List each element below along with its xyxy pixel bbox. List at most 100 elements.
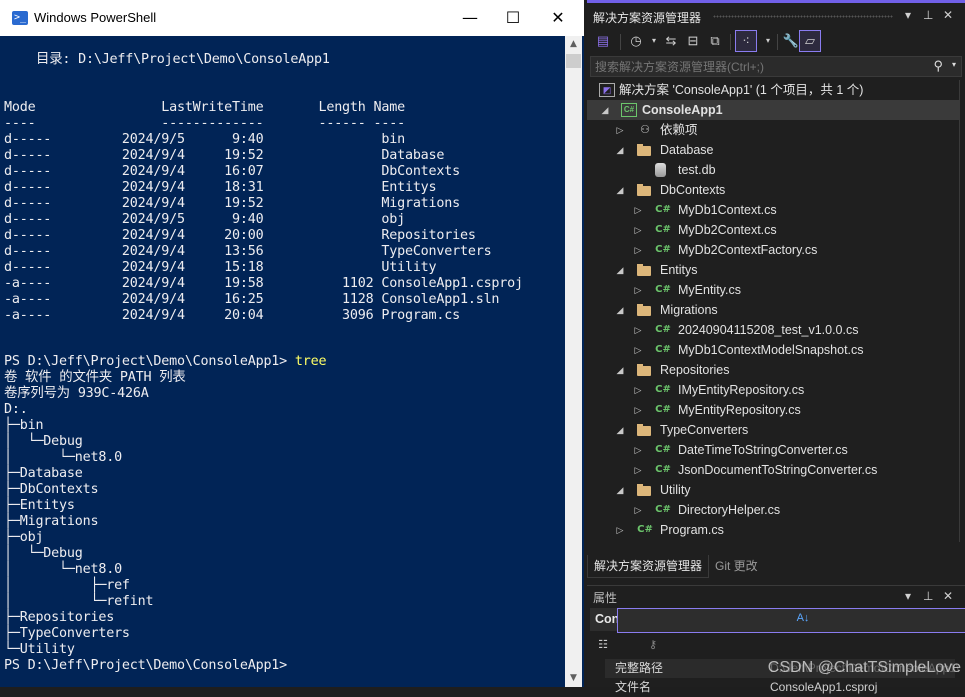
categorized-icon[interactable]: ☷ — [593, 635, 613, 655]
final-prompt[interactable]: PS D:\Jeff\Project\Demo\ConsoleApp1> — [4, 658, 287, 674]
tree-item[interactable]: ▷ C# JsonDocumentToStringConverter.cs — [587, 460, 959, 480]
tree-item[interactable]: ▷ C# DirectoryHelper.cs — [587, 500, 959, 520]
switch-views-icon[interactable]: ▤ — [592, 30, 614, 52]
property-row[interactable]: 文件名 ConsoleApp1.csproj — [605, 678, 955, 697]
csharp-file-icon: C# — [655, 384, 671, 395]
collapsed-arrow-icon[interactable]: ▷ — [633, 440, 643, 460]
tree-item[interactable]: ◢ TypeConverters — [587, 420, 959, 440]
close-panel-icon[interactable]: ✕ — [943, 589, 953, 603]
search-icon[interactable]: ⚲ — [933, 58, 943, 74]
tree-item-label: DbContexts — [660, 183, 726, 197]
tree-line: ├─Entitys — [4, 498, 75, 513]
expanded-arrow-icon[interactable]: ◢ — [615, 420, 625, 440]
tree-item[interactable]: ◢ DbContexts — [587, 180, 959, 200]
scroll-up-arrow-icon[interactable]: ▲ — [565, 36, 582, 53]
solution-tree: ◩ 解决方案 'ConsoleApp1' (1 个项目，共 1 个) ◢ C# … — [587, 80, 960, 542]
scrollbar-thumb[interactable] — [566, 54, 581, 68]
toolbar-separator — [620, 34, 621, 50]
collapsed-arrow-icon[interactable]: ▷ — [633, 500, 643, 520]
project-node[interactable]: ◢ C# ConsoleApp1 — [587, 100, 959, 120]
minimize-button[interactable]: — — [447, 0, 493, 36]
collapsed-arrow-icon[interactable]: ▷ — [633, 280, 643, 300]
close-button[interactable]: ✕ — [535, 0, 581, 36]
property-key: 文件名 — [615, 680, 652, 694]
window-position-dropdown-icon[interactable]: ▾ — [905, 8, 911, 22]
collapsed-arrow-icon[interactable]: ▷ — [633, 200, 643, 220]
close-panel-icon[interactable]: ✕ — [943, 8, 953, 22]
tree-item[interactable]: ▷ C# MyEntityRepository.cs — [587, 400, 959, 420]
maximize-button[interactable]: ☐ — [490, 0, 536, 36]
tree-item-label: MyDb2ContextFactory.cs — [678, 243, 818, 257]
tree-line: │ └─net8.0 — [4, 562, 122, 577]
window-title: Windows PowerShell — [34, 10, 157, 25]
drag-grip[interactable] — [713, 15, 893, 18]
tree-item[interactable]: ▷ C# 20240904115208_test_v1.0.0.cs — [587, 320, 959, 340]
folder-icon — [637, 184, 651, 196]
csharp-file-icon: C# — [655, 464, 671, 475]
listing-row: d----- 2024/9/5 9:40 bin — [4, 132, 405, 147]
tree-item-label: Program.cs — [660, 523, 724, 537]
tree-item[interactable]: ▷ C# MyDb2Context.cs — [587, 220, 959, 240]
hierarchy-dropdown-icon[interactable]: ▾ — [757, 30, 779, 52]
tab-solution-explorer[interactable]: 解决方案资源管理器 — [587, 555, 710, 578]
tree-item[interactable]: ◢ Repositories — [587, 360, 959, 380]
window-position-dropdown-icon[interactable]: ▾ — [905, 589, 911, 603]
tree-item[interactable]: ◢ Entitys — [587, 260, 959, 280]
collapsed-arrow-icon[interactable]: ▷ — [615, 520, 625, 540]
tree-item[interactable]: ◢ Utility — [587, 480, 959, 500]
tree-item[interactable]: ▷ C# MyEntity.cs — [587, 280, 959, 300]
tree-item[interactable]: ▷ C# Program.cs — [587, 520, 959, 540]
panel-header: 解决方案资源管理器 ▾ ⊥ ✕ — [587, 4, 965, 28]
collapsed-arrow-icon[interactable]: ▷ — [615, 120, 625, 140]
folder-icon — [637, 264, 651, 276]
search-options-dropdown-icon[interactable]: ▾ — [952, 60, 956, 69]
sync-with-document-icon[interactable]: ⇆ — [660, 30, 682, 52]
tree-item[interactable]: ◢ Database — [587, 140, 959, 160]
scroll-down-arrow-icon[interactable]: ▼ — [565, 670, 582, 687]
csharp-file-icon: C# — [655, 224, 671, 235]
tree-item[interactable]: ◢ Migrations — [587, 300, 959, 320]
pin-icon[interactable]: ⊥ — [923, 8, 933, 22]
collapsed-arrow-icon[interactable]: ▷ — [633, 460, 643, 480]
collapsed-arrow-icon[interactable]: ▷ — [633, 240, 643, 260]
expanded-arrow-icon[interactable]: ◢ — [615, 140, 625, 160]
tree-item-label: DateTimeToStringConverter.cs — [678, 443, 848, 457]
tree-item-label: IMyEntityRepository.cs — [678, 383, 805, 397]
solution-search-box[interactable]: ⚲ ▾ — [590, 56, 962, 77]
collapsed-arrow-icon[interactable]: ▷ — [633, 320, 643, 340]
tree-item[interactable]: ▷ C# IMyEntityRepository.cs — [587, 380, 959, 400]
tree-item-label: test.db — [678, 163, 716, 177]
expanded-arrow-icon[interactable]: ◢ — [615, 300, 625, 320]
solution-search-input[interactable] — [595, 57, 915, 76]
tree-item[interactable]: ▷ C# MyDb1ContextModelSnapshot.cs — [587, 340, 959, 360]
preview-hierarchy-icon[interactable]: ⁖ — [735, 30, 757, 52]
collapsed-arrow-icon[interactable]: ▷ — [633, 400, 643, 420]
tree-item[interactable]: ▷ C# MyDb2ContextFactory.cs — [587, 240, 959, 260]
expanded-arrow-icon[interactable]: ◢ — [615, 360, 625, 380]
tab-git-changes[interactable]: Git 更改 — [709, 555, 764, 577]
alphabetical-sort-icon[interactable]: A↓ — [617, 608, 965, 633]
expanded-arrow-icon[interactable]: ◢ — [615, 260, 625, 280]
tree-line: ├─TypeConverters — [4, 626, 130, 641]
listing-row: d----- 2024/9/4 20:00 Repositories — [4, 228, 476, 243]
vertical-scrollbar[interactable]: ▲ ▼ — [565, 36, 582, 687]
console-output[interactable]: 目录: D:\Jeff\Project\Demo\ConsoleApp1 Mod… — [0, 36, 565, 687]
show-all-files-icon[interactable]: ⧉ — [704, 30, 726, 52]
tree-item[interactable]: ▷ C# MyDb1Context.cs — [587, 200, 959, 220]
collapsed-arrow-icon[interactable]: ▷ — [633, 340, 643, 360]
tree-item[interactable]: ▷ ⚇ 依赖项 — [587, 120, 959, 140]
solution-node[interactable]: ◩ 解决方案 'ConsoleApp1' (1 个项目，共 1 个) — [587, 80, 959, 100]
collapse-all-icon[interactable]: ⊟ — [682, 30, 704, 52]
preview-selected-items-icon[interactable]: ⏥ — [799, 30, 821, 52]
expanded-arrow-icon[interactable]: ◢ — [600, 100, 610, 120]
solution-icon: ◩ — [599, 83, 615, 97]
expanded-arrow-icon[interactable]: ◢ — [615, 480, 625, 500]
collapsed-arrow-icon[interactable]: ▷ — [633, 380, 643, 400]
expanded-arrow-icon[interactable]: ◢ — [615, 180, 625, 200]
tree-item[interactable]: test.db — [587, 160, 959, 180]
pin-icon[interactable]: ⊥ — [923, 589, 933, 603]
powershell-title-bar[interactable]: >_ Windows PowerShell — ☐ ✕ — [0, 0, 584, 36]
tree-item[interactable]: ▷ C# DateTimeToStringConverter.cs — [587, 440, 959, 460]
property-pages-key-icon[interactable]: ⚷ — [643, 635, 663, 655]
collapsed-arrow-icon[interactable]: ▷ — [633, 220, 643, 240]
